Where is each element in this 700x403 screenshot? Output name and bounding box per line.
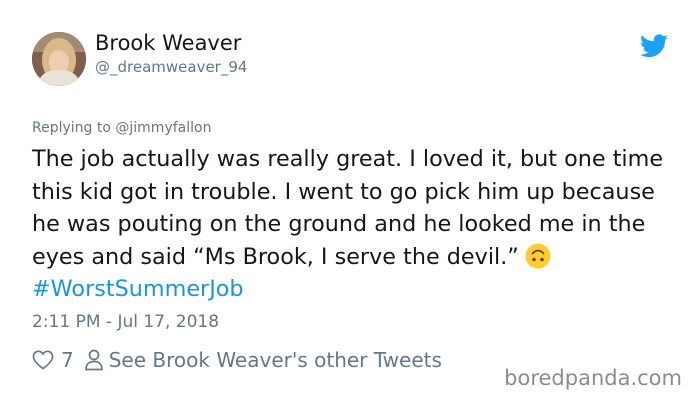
- tweet-card: Brook Weaver @_dreamweaver_94 Replying t…: [0, 0, 700, 403]
- tweet-text: The job actually was really great. I lov…: [32, 143, 682, 306]
- avatar[interactable]: [32, 32, 86, 86]
- tweet-body: The job actually was really great. I lov…: [32, 146, 664, 270]
- upside-down-face-emoji: [525, 243, 551, 268]
- tweet-actions: 7 See Brook Weaver's other Tweets: [32, 345, 442, 375]
- like-button[interactable]: 7: [32, 348, 74, 372]
- hashtag-link[interactable]: #WorstSummerJob: [32, 276, 244, 302]
- heart-outline-icon: [32, 350, 54, 370]
- display-name[interactable]: Brook Weaver: [95, 31, 241, 55]
- other-tweets-label: See Brook Weaver's other Tweets: [108, 348, 442, 372]
- avatar-photo: [32, 32, 86, 86]
- like-count: 7: [61, 348, 74, 372]
- replying-to: Replying to @jimmyfallon: [32, 120, 211, 136]
- other-tweets-link[interactable]: See Brook Weaver's other Tweets: [84, 348, 442, 372]
- reply-mention-link[interactable]: @jimmyfallon: [115, 120, 211, 136]
- tweet-timestamp[interactable]: 2:11 PM - Jul 17, 2018: [32, 312, 219, 332]
- user-handle[interactable]: @_dreamweaver_94: [95, 58, 247, 76]
- replying-prefix: Replying to: [32, 120, 116, 136]
- person-outline-icon: [84, 349, 103, 371]
- twitter-bird-icon[interactable]: [640, 34, 668, 58]
- watermark: boredpanda.com: [504, 366, 682, 390]
